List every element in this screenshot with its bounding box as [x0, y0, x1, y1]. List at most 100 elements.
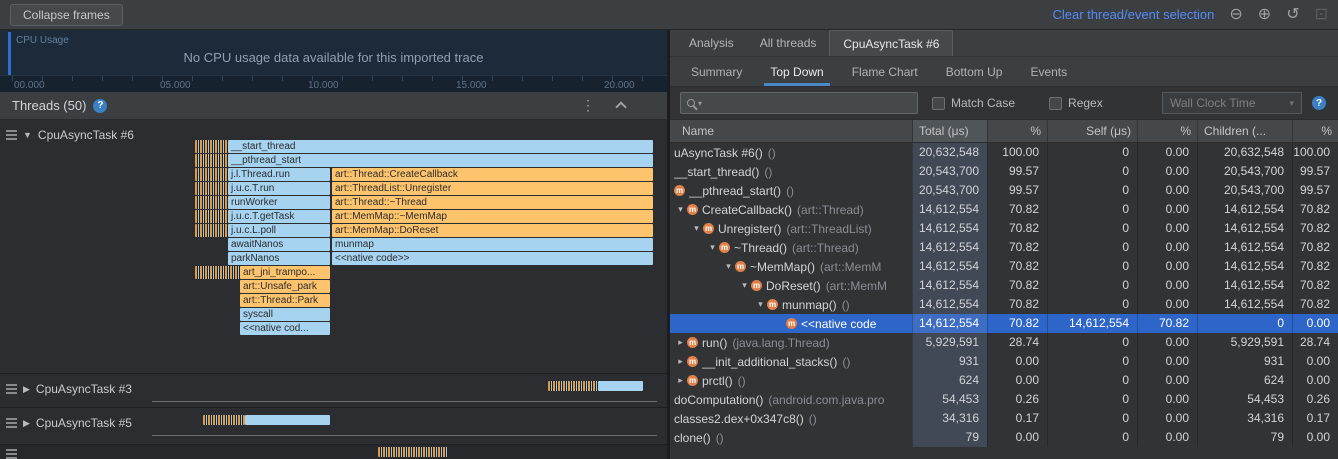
collapse-panel-icon[interactable] [615, 101, 626, 112]
table-row[interactable]: ▾mCreateCallback()(art::Thread)14,612,55… [670, 200, 1338, 219]
match-case-checkbox[interactable]: Match Case [932, 96, 1015, 110]
table-row[interactable]: m__pthread_start()()20,543,70099.5700.00… [670, 181, 1338, 200]
flame-activity-stripes[interactable] [195, 140, 228, 153]
chevron-down-icon[interactable]: ▾ [722, 261, 735, 272]
subtab-top-down[interactable]: Top Down [759, 57, 834, 86]
column-name[interactable]: Name [670, 120, 912, 142]
flame-activity-stripes[interactable] [245, 415, 330, 425]
flame-frame[interactable]: art::Unsafe_park [240, 280, 330, 293]
table-row[interactable]: ▸m__init_additional_stacks()()9310.0000.… [670, 352, 1338, 371]
flame-frame[interactable]: j.u.c.T.getTask [228, 210, 330, 223]
tab-all-threads[interactable]: All threads [747, 30, 830, 56]
table-row[interactable]: uAsyncTask #6()()20,632,548100.0000.0020… [670, 143, 1338, 162]
column-total[interactable]: Total (μs) [912, 120, 987, 142]
expand-triangle-icon[interactable]: ▼ [23, 130, 32, 140]
flame-frame[interactable]: __start_thread [228, 140, 653, 153]
search-options-arrow-icon[interactable]: ▾ [698, 99, 702, 108]
table-row[interactable]: ▾m~MemMap()(art::MemM14,612,55470.8200.0… [670, 257, 1338, 276]
tab-analysis[interactable]: Analysis [676, 30, 747, 56]
chevron-down-icon[interactable]: ▾ [674, 204, 687, 215]
flame-activity-stripes[interactable] [203, 415, 245, 425]
column-self[interactable]: Self (μs) [1047, 120, 1137, 142]
thread-row-cpuasynctask-5[interactable]: ▶ CpuAsyncTask #5 [0, 408, 667, 445]
drag-handle-icon[interactable] [6, 130, 17, 140]
chevron-down-icon[interactable]: ▾ [738, 280, 751, 291]
timeline-ruler[interactable]: 00.000 05.000 10.000 15.000 20.000 [0, 75, 667, 92]
tab-cpuasynctask-6[interactable]: CpuAsyncTask #6 [829, 30, 953, 56]
zoom-in-icon[interactable]: ⊕ [1258, 7, 1271, 23]
help-icon[interactable]: ? [93, 99, 107, 113]
table-row[interactable]: ▸mprctl()()6240.0000.006240.00 [670, 371, 1338, 390]
expand-triangle-icon[interactable]: ▶ [23, 418, 30, 429]
table-row[interactable]: ▾mUnregister()(art::ThreadList)14,612,55… [670, 219, 1338, 238]
flame-frame[interactable]: art::Thread::~Thread [332, 196, 653, 209]
search-input[interactable] [705, 96, 911, 110]
subtab-events[interactable]: Events [1019, 57, 1078, 86]
table-row[interactable]: m<<native code14,612,55470.8214,612,5547… [670, 314, 1338, 333]
table-row[interactable]: __start_thread()()20,543,70099.5700.0020… [670, 162, 1338, 181]
drag-handle-icon[interactable] [6, 418, 17, 428]
thread-row-partial[interactable] [0, 445, 667, 459]
help-icon[interactable]: ? [1312, 96, 1326, 110]
search-field[interactable]: ▾ [680, 92, 918, 114]
flame-activity-stripes[interactable] [195, 266, 240, 279]
flame-frame[interactable]: runWorker [228, 196, 330, 209]
column-total-pct[interactable]: % [987, 120, 1047, 142]
flame-activity-stripes[interactable] [598, 381, 643, 391]
collapse-frames-button[interactable]: Collapse frames [10, 4, 123, 26]
flame-frame[interactable]: art::ThreadList::Unregister [332, 182, 653, 195]
flame-frame[interactable]: j.u.c.T.run [228, 182, 330, 195]
thread-row-cpuasynctask-6[interactable]: ▼ CpuAsyncTask #6 __start_thread__pthrea… [0, 120, 667, 374]
subtab-flame-chart[interactable]: Flame Chart [841, 57, 929, 86]
flame-frame[interactable]: munmap [332, 238, 653, 251]
flame-frame[interactable]: <<native cod... [240, 322, 330, 335]
flame-frame[interactable]: art::MemMap::DoReset [332, 224, 653, 237]
table-row[interactable]: classes2.dex+0x347c8()()34,3160.1700.003… [670, 409, 1338, 428]
chevron-down-icon[interactable]: ▾ [706, 242, 719, 253]
reset-zoom-icon[interactable]: ↺ [1286, 7, 1299, 23]
flame-activity-stripes[interactable] [195, 210, 228, 223]
column-children-pct[interactable]: % [1292, 120, 1338, 142]
flame-activity-stripes[interactable] [195, 224, 228, 237]
table-row[interactable]: ▾mDoReset()(art::MemM14,612,55470.8200.0… [670, 276, 1338, 295]
chevron-right-icon[interactable]: ▸ [674, 356, 687, 367]
flame-activity-stripes[interactable] [195, 168, 228, 181]
flame-frame[interactable]: awaitNanos [228, 238, 330, 251]
flame-frame[interactable]: j.u.c.L.poll [228, 224, 330, 237]
flame-frame[interactable]: art::Thread::Park [240, 294, 330, 307]
expand-triangle-icon[interactable]: ▶ [23, 384, 30, 395]
flame-frame[interactable]: art::Thread::CreateCallback [332, 168, 653, 181]
clear-selection-link[interactable]: Clear thread/event selection [1053, 7, 1215, 22]
flame-frame[interactable]: art_jni_trampo... [240, 266, 330, 279]
chevron-right-icon[interactable]: ▸ [674, 337, 687, 348]
flame-activity-stripes[interactable] [195, 154, 228, 167]
flame-activity-stripes[interactable] [548, 381, 598, 391]
flame-frame[interactable]: __pthread_start [228, 154, 653, 167]
flame-frame[interactable]: syscall [240, 308, 330, 321]
flame-activity-stripes[interactable] [195, 196, 228, 209]
table-row[interactable]: ▸mrun()(java.lang.Thread)5,929,59128.740… [670, 333, 1338, 352]
drag-handle-icon[interactable] [6, 384, 17, 394]
chevron-down-icon[interactable]: ▾ [690, 223, 703, 234]
flame-frame[interactable]: art::MemMap::~MemMap [332, 210, 653, 223]
clock-type-dropdown[interactable]: Wall Clock Time ▾ [1162, 92, 1302, 114]
chevron-down-icon[interactable]: ▾ [754, 299, 767, 310]
table-row[interactable]: clone()()790.0000.00790.00 [670, 428, 1338, 447]
chevron-right-icon[interactable]: ▸ [674, 375, 687, 386]
column-self-pct[interactable]: % [1137, 120, 1197, 142]
regex-checkbox[interactable]: Regex [1049, 96, 1103, 110]
zoom-out-icon[interactable]: ⊖ [1229, 7, 1242, 23]
flame-frame[interactable]: <<native code>> [332, 252, 653, 265]
subtab-summary[interactable]: Summary [680, 57, 753, 86]
flame-activity-stripes[interactable] [195, 182, 228, 195]
kebab-menu-icon[interactable]: ⋮ [581, 97, 595, 114]
flame-activity-stripes[interactable] [378, 447, 448, 457]
table-row[interactable]: ▾mmunmap()()14,612,55470.8200.0014,612,5… [670, 295, 1338, 314]
table-row[interactable]: ▾m~Thread()(art::Thread)14,612,55470.820… [670, 238, 1338, 257]
drag-handle-icon[interactable] [6, 449, 17, 459]
subtab-bottom-up[interactable]: Bottom Up [935, 57, 1014, 86]
column-children[interactable]: Children (... [1197, 120, 1292, 142]
cpu-usage-panel[interactable]: CPU Usage No CPU usage data available fo… [0, 30, 667, 92]
zoom-to-selection-icon[interactable]: ⊡ [1315, 7, 1328, 23]
table-row[interactable]: doComputation()(android.com.java.pro54,4… [670, 390, 1338, 409]
